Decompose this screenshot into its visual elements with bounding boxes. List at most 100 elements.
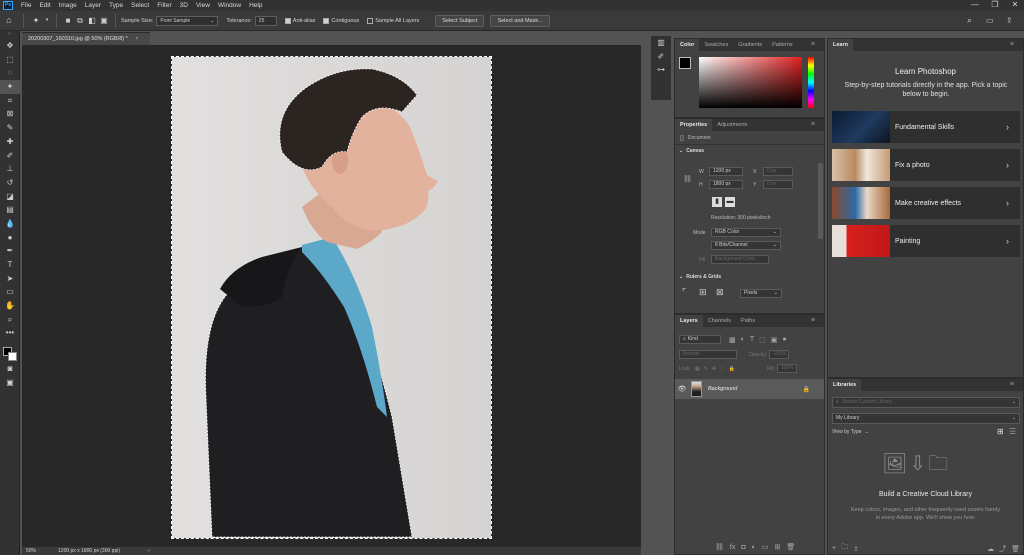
library-select[interactable]: My Library ⌄ <box>832 413 1020 424</box>
color-field[interactable] <box>699 57 802 108</box>
tab-paths[interactable]: Paths <box>736 315 760 327</box>
menu-image[interactable]: Image <box>55 0 81 11</box>
add-selection-icon[interactable]: ⧉ <box>74 16 86 25</box>
zoom-tool-icon[interactable]: ⌕ <box>0 313 20 327</box>
tolerance-input[interactable]: 25 <box>254 15 277 26</box>
panel-menu-icon[interactable]: ≡ <box>806 39 820 51</box>
quick-mask-icon[interactable]: ◙ <box>0 362 20 376</box>
menu-view[interactable]: View <box>192 0 214 11</box>
tab-libraries[interactable]: Libraries <box>828 379 862 391</box>
blur-tool-icon[interactable]: 💧 <box>0 217 20 231</box>
link-icon[interactable]: ⛓ <box>683 175 692 183</box>
eraser-tool-icon[interactable]: ◪ <box>0 190 20 204</box>
tab-adjustments[interactable]: Adjustments <box>712 119 752 131</box>
visibility-eye-icon[interactable]: 👁 <box>675 385 689 393</box>
maximize-button[interactable]: ❐ <box>986 0 1004 11</box>
tab-layers[interactable]: Layers <box>675 315 703 327</box>
list-view-icon[interactable]: ☰ <box>1009 427 1016 436</box>
lock-position-icon[interactable]: ✥ <box>712 366 716 372</box>
landscape-orientation-icon[interactable]: ▬ <box>725 197 735 207</box>
screen-mode-icon[interactable]: ▣ <box>0 376 20 390</box>
learn-item-fundamental-skills[interactable]: Fundamental Skills › <box>832 111 1020 143</box>
tab-swatches[interactable]: Swatches <box>699 39 733 51</box>
add-mask-icon[interactable]: ◘ <box>741 544 745 551</box>
move-tool-icon[interactable]: ✥ <box>0 39 20 53</box>
rectangle-tool-icon[interactable]: ▭ <box>0 285 20 299</box>
photo-canvas[interactable] <box>171 56 492 539</box>
bit-depth-select[interactable]: 8 Bits/Channel ⌄ <box>711 241 781 250</box>
close-window-button[interactable]: ✕ <box>1006 0 1024 11</box>
new-adjustment-icon[interactable]: ◐ <box>752 544 756 551</box>
collapse-icon[interactable]: » <box>0 31 19 39</box>
filter-pixel-icon[interactable]: ▩ <box>729 336 736 344</box>
minimize-button[interactable]: — <box>966 0 984 11</box>
rulers-section-header[interactable]: ⌄ Rulers & Grids <box>679 274 721 280</box>
home-icon[interactable]: ⌂ <box>0 16 18 25</box>
close-tab-icon[interactable]: × <box>135 36 138 42</box>
document-tab[interactable]: 20200307_160310.jpg @ 50% (RGB/8) * × <box>22 32 150 45</box>
upload-icon[interactable]: ⇪ <box>853 545 859 553</box>
delete-icon[interactable]: 🗑 <box>1011 545 1020 553</box>
delete-layer-icon[interactable]: 🗑 <box>786 543 795 551</box>
anti-alias-checkbox[interactable]: Anti-alias <box>284 17 315 24</box>
more-tools-icon[interactable]: ••• <box>0 326 20 340</box>
menu-3d[interactable]: 3D <box>176 0 192 11</box>
panel-menu-icon[interactable]: ≡ <box>806 315 820 327</box>
pen-tool-icon[interactable]: ✒ <box>0 244 20 258</box>
width-input[interactable]: 1200 px <box>709 167 743 176</box>
clone-stamp-tool-icon[interactable]: ⊥ <box>0 162 20 176</box>
rulers-icon[interactable]: ⌜ <box>682 287 686 298</box>
eyedropper-tool-icon[interactable]: ✎ <box>0 121 20 135</box>
brush-settings-icon[interactable]: ✐ <box>651 50 671 64</box>
learn-item-painting[interactable]: Painting › <box>832 225 1020 257</box>
search-icon[interactable]: ⌕ <box>967 16 972 25</box>
select-subject-button[interactable]: Select Subject <box>435 14 485 27</box>
filter-adjustment-icon[interactable]: ◐ <box>741 336 745 343</box>
adjustments-icon[interactable]: ⊶ <box>651 63 671 77</box>
opacity-input[interactable]: 100% <box>769 350 790 359</box>
select-and-mask-button[interactable]: Select and Mask... <box>490 14 550 27</box>
properties-scrollbar[interactable] <box>818 163 823 239</box>
grid-icon[interactable]: ⊞ <box>699 287 707 298</box>
new-folder-icon[interactable]: 🗀 <box>841 543 848 554</box>
lock-paint-icon[interactable]: ✎ <box>704 366 708 372</box>
share-icon[interactable]: ⇪ <box>1006 16 1013 25</box>
fill-select[interactable]: Background Color <box>711 255 769 264</box>
lock-artboard-icon[interactable]: ⬚ <box>720 366 725 372</box>
tab-properties[interactable]: Properties <box>675 119 713 131</box>
foreground-color-swatch[interactable] <box>679 57 691 69</box>
units-select[interactable]: Pixels ⌄ <box>740 289 782 298</box>
history-icon[interactable]: ▥ <box>651 36 671 50</box>
hand-tool-icon[interactable]: ✋ <box>0 299 20 313</box>
filter-toggle-icon[interactable]: ● <box>782 336 786 343</box>
tab-channels[interactable]: Channels <box>703 315 736 327</box>
learn-item-make-creative-effects[interactable]: Make creative effects › <box>832 187 1020 219</box>
portrait-orientation-icon[interactable]: ▮ <box>712 197 722 207</box>
hue-slider[interactable] <box>808 57 814 108</box>
tab-gradients[interactable]: Gradients <box>733 39 767 51</box>
subtract-selection-icon[interactable]: ◧ <box>86 16 98 25</box>
share-library-icon[interactable]: ⤴ <box>999 544 1006 554</box>
menu-edit[interactable]: Edit <box>35 0 54 11</box>
tab-color[interactable]: Color <box>675 39 700 51</box>
learn-item-fix-a-photo[interactable]: Fix a photo › <box>832 149 1020 181</box>
crop-tool-icon[interactable]: ⌗ <box>0 94 20 108</box>
y-input[interactable]: 0 px <box>763 180 793 189</box>
menu-window[interactable]: Window <box>214 0 245 11</box>
menu-type[interactable]: Type <box>105 0 127 11</box>
link-layers-icon[interactable]: ⛓ <box>715 543 724 551</box>
view-by-type[interactable]: View by Type ⌄ <box>832 429 869 435</box>
magic-wand-tool-icon[interactable]: ✦ <box>0 80 20 94</box>
menu-help[interactable]: Help <box>245 0 266 11</box>
blend-mode-select[interactable]: Normal <box>679 350 737 359</box>
mode-select[interactable]: RGB Color ⌄ <box>711 228 781 237</box>
canvas-section-header[interactable]: ⌄ Canvas <box>675 145 824 157</box>
lasso-tool-icon[interactable]: ◌ <box>0 66 20 80</box>
chevron-down-icon[interactable]: ▾ <box>43 18 51 23</box>
guides-icon[interactable]: ⊠ <box>716 287 724 298</box>
layer-row-background[interactable]: 👁 Background 🔒 <box>675 379 824 399</box>
contiguous-checkbox[interactable]: Contiguous <box>323 17 359 24</box>
menu-layer[interactable]: Layer <box>81 0 105 11</box>
intersect-selection-icon[interactable]: ▣ <box>98 16 110 25</box>
filter-shape-icon[interactable]: ⬚ <box>759 336 766 344</box>
